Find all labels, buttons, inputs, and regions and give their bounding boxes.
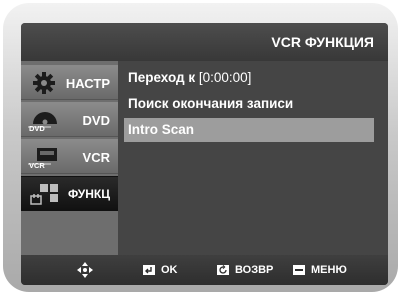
menu-label: МЕНЮ <box>311 264 347 276</box>
sidebar-item-label: VCR <box>82 150 110 165</box>
tv-frame: VCR ФУНКЦИЯ НАСТР DVD DVD VCR VCR ФУНКЦ … <box>3 3 398 292</box>
vcr-icon-text: VCR <box>29 161 45 169</box>
sidebar-item-vcr[interactable]: VCR VCR <box>21 139 118 174</box>
menu-panel: Переход к [0:00:00] Поиск окончания запи… <box>118 61 388 255</box>
dpad-icon <box>77 262 93 278</box>
ok-hint: OK <box>143 255 178 285</box>
menu-hint: МЕНЮ <box>293 255 347 285</box>
sidebar-item-label: DVD <box>82 113 110 128</box>
enter-icon <box>143 265 155 276</box>
sidebar: НАСТР DVD DVD VCR VCR ФУНКЦ <box>21 61 118 255</box>
title-bar: VCR ФУНКЦИЯ <box>21 23 388 61</box>
menu-item-intro-scan[interactable]: Intro Scan <box>124 118 374 142</box>
sidebar-item-label: ФУНКЦ <box>67 187 110 201</box>
back-label: ВОЗВР <box>235 264 274 276</box>
menu-item-label: Intro Scan <box>128 122 195 137</box>
menu-item-end-search[interactable]: Поиск окончания записи <box>124 92 374 116</box>
menu-icon <box>293 265 305 276</box>
osd-screen: VCR ФУНКЦИЯ НАСТР DVD DVD VCR VCR ФУНКЦ … <box>21 23 388 285</box>
gear-icon <box>33 72 55 94</box>
dvd-disc-icon: DVD <box>28 112 57 132</box>
vcr-tape-icon: VCR <box>28 148 57 169</box>
return-icon <box>217 265 229 276</box>
function-grid-icon <box>30 184 58 205</box>
menu-item-label: Поиск окончания записи <box>128 96 294 111</box>
dvd-icon-text: DVD <box>29 124 45 132</box>
ok-label: OK <box>161 264 178 276</box>
menu-item-label: Переход к <box>128 70 196 85</box>
sidebar-item-function[interactable]: ФУНКЦ <box>21 176 118 211</box>
sidebar-item-setup[interactable]: НАСТР <box>21 65 118 100</box>
sidebar-item-dvd[interactable]: DVD DVD <box>21 102 118 137</box>
goto-time-value: [0:00:00] <box>198 70 252 85</box>
page-title: VCR ФУНКЦИЯ <box>271 34 374 50</box>
menu-item-goto[interactable]: Переход к [0:00:00] <box>124 66 374 90</box>
back-hint: ВОЗВР <box>217 255 273 285</box>
sidebar-item-label: НАСТР <box>65 76 110 91</box>
footer-bar: OK ВОЗВР МЕНЮ <box>21 255 388 285</box>
